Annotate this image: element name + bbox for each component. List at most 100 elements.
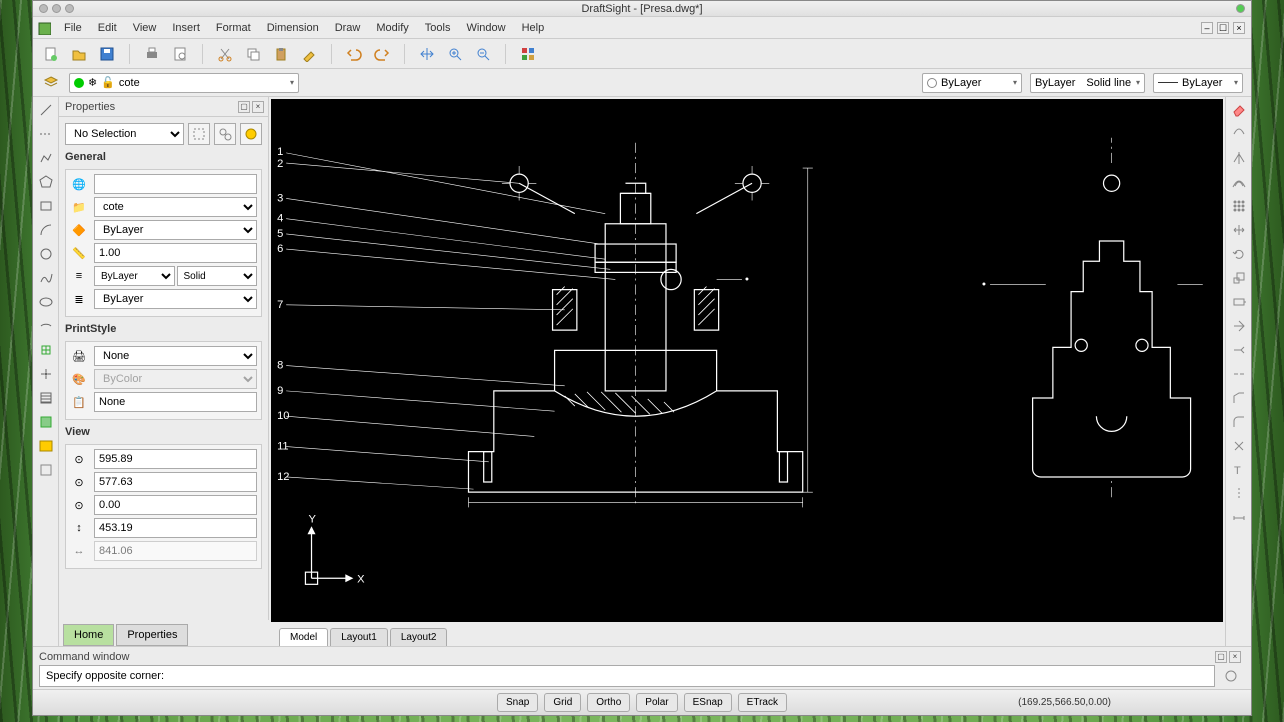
- panetab-home[interactable]: Home: [63, 624, 114, 646]
- explode-tool[interactable]: [1230, 437, 1248, 455]
- print-preview-button[interactable]: [170, 44, 190, 64]
- offset-tool[interactable]: [1230, 173, 1248, 191]
- hatch-tool[interactable]: [37, 389, 55, 407]
- menu-insert[interactable]: Insert: [165, 19, 207, 37]
- menu-edit[interactable]: Edit: [91, 19, 124, 37]
- doc-restore-icon[interactable]: ☐: [1217, 22, 1229, 34]
- cut-button[interactable]: [215, 44, 235, 64]
- text-modify-tool[interactable]: T: [1230, 461, 1248, 479]
- array-tool[interactable]: [1230, 197, 1248, 215]
- menu-modify[interactable]: Modify: [369, 19, 415, 37]
- trim-tool[interactable]: [1230, 317, 1248, 335]
- polygon-tool[interactable]: [37, 173, 55, 191]
- prop-view-w[interactable]: [94, 541, 257, 561]
- save-button[interactable]: [97, 44, 117, 64]
- ellipse-tool[interactable]: [37, 293, 55, 311]
- panetab-properties[interactable]: Properties: [116, 624, 188, 646]
- erase-tool[interactable]: [1230, 101, 1248, 119]
- copy-button[interactable]: [243, 44, 263, 64]
- scale-tool[interactable]: [1230, 269, 1248, 287]
- properties-button[interactable]: [518, 44, 538, 64]
- move-tool[interactable]: [1230, 221, 1248, 239]
- mirror-tool[interactable]: [1230, 149, 1248, 167]
- toggle-pickadd-button[interactable]: [240, 123, 262, 145]
- cmd-pin-icon[interactable]: ▢: [1215, 651, 1227, 663]
- menu-format[interactable]: Format: [209, 19, 258, 37]
- divider-tool[interactable]: [1230, 485, 1248, 503]
- new-file-button[interactable]: [41, 44, 61, 64]
- prop-lineweight[interactable]: ByLayer: [94, 289, 257, 309]
- ellipse-arc-tool[interactable]: [37, 317, 55, 335]
- cmd-options-button[interactable]: [1221, 666, 1241, 686]
- status-etrack[interactable]: ETrack: [738, 693, 787, 712]
- redo-button[interactable]: [372, 44, 392, 64]
- prop-linescale[interactable]: [94, 243, 257, 263]
- polyline-tool[interactable]: [37, 149, 55, 167]
- status-grid[interactable]: Grid: [544, 693, 581, 712]
- tab-model[interactable]: Model: [279, 628, 328, 646]
- drawing-canvas[interactable]: 1 2 3 4 5 6 7 8 9 10 11 12: [271, 99, 1223, 622]
- table-tool[interactable]: [37, 437, 55, 455]
- layer-dropdown[interactable]: ❄ 🔓 cote ▾: [69, 73, 299, 93]
- line-tool[interactable]: [37, 101, 55, 119]
- insert-block-tool[interactable]: [37, 341, 55, 359]
- prop-view-x[interactable]: [94, 449, 257, 469]
- zoom-in-button[interactable]: [445, 44, 465, 64]
- cmd-close-icon[interactable]: ×: [1229, 651, 1241, 663]
- prop-view-y[interactable]: [94, 472, 257, 492]
- status-snap[interactable]: Snap: [497, 693, 538, 712]
- status-ortho[interactable]: Ortho: [587, 693, 630, 712]
- break-tool[interactable]: [1230, 365, 1248, 383]
- tab-layout2[interactable]: Layout2: [390, 628, 448, 646]
- window-minimize-icon[interactable]: [39, 4, 48, 13]
- prop-linestyle-a[interactable]: ByLayer: [94, 266, 175, 286]
- prop-hyperlink[interactable]: [94, 174, 257, 194]
- prop-linecolor[interactable]: ByLayer: [94, 220, 257, 240]
- menu-window[interactable]: Window: [459, 19, 512, 37]
- menu-file[interactable]: File: [57, 19, 89, 37]
- fillet-tool[interactable]: [1230, 413, 1248, 431]
- layer-manager-button[interactable]: [41, 73, 61, 93]
- prop-layer[interactable]: cote: [94, 197, 257, 217]
- spline-tool[interactable]: [37, 269, 55, 287]
- rotate-tool[interactable]: [1230, 245, 1248, 263]
- chamfer-tool[interactable]: [1230, 389, 1248, 407]
- open-file-button[interactable]: [69, 44, 89, 64]
- prop-linestyle-b[interactable]: Solid: [177, 266, 258, 286]
- color-dropdown[interactable]: ByLayer ▾: [922, 73, 1022, 93]
- zoom-out-button[interactable]: [473, 44, 493, 64]
- region-tool[interactable]: [37, 413, 55, 431]
- match-properties-button[interactable]: [299, 44, 319, 64]
- window-maximize-icon[interactable]: [52, 4, 61, 13]
- menu-dimension[interactable]: Dimension: [260, 19, 326, 37]
- status-polar[interactable]: Polar: [636, 693, 677, 712]
- quick-select-button[interactable]: [188, 123, 210, 145]
- point-tool[interactable]: [37, 365, 55, 383]
- status-esnap[interactable]: ESnap: [684, 693, 732, 712]
- measure-tool[interactable]: [1230, 509, 1248, 527]
- pan-button[interactable]: [417, 44, 437, 64]
- doc-minimize-icon[interactable]: –: [1201, 22, 1213, 34]
- arc-tool[interactable]: [37, 221, 55, 239]
- circle-tool[interactable]: [37, 245, 55, 263]
- stretch-tool[interactable]: [1230, 293, 1248, 311]
- selection-dropdown[interactable]: No Selection: [65, 123, 184, 145]
- paste-button[interactable]: [271, 44, 291, 64]
- linetype-dropdown[interactable]: ByLayer Solid line ▾: [1030, 73, 1145, 93]
- select-similar-button[interactable]: [214, 123, 236, 145]
- extend-tool[interactable]: [1230, 341, 1248, 359]
- prop-printtable[interactable]: [94, 392, 257, 412]
- text-tool[interactable]: [37, 461, 55, 479]
- construction-line-tool[interactable]: [37, 125, 55, 143]
- doc-close-icon[interactable]: ×: [1233, 22, 1245, 34]
- print-button[interactable]: [142, 44, 162, 64]
- panel-pin-icon[interactable]: ▢: [238, 101, 250, 113]
- undo-button[interactable]: [344, 44, 364, 64]
- prop-view-h[interactable]: [94, 518, 257, 538]
- window-close-icon[interactable]: [65, 4, 74, 13]
- panel-close-icon[interactable]: ×: [252, 101, 264, 113]
- lineweight-dropdown[interactable]: ByLayer ▾: [1153, 73, 1243, 93]
- rectangle-tool[interactable]: [37, 197, 55, 215]
- menu-tools[interactable]: Tools: [418, 19, 458, 37]
- menu-help[interactable]: Help: [515, 19, 552, 37]
